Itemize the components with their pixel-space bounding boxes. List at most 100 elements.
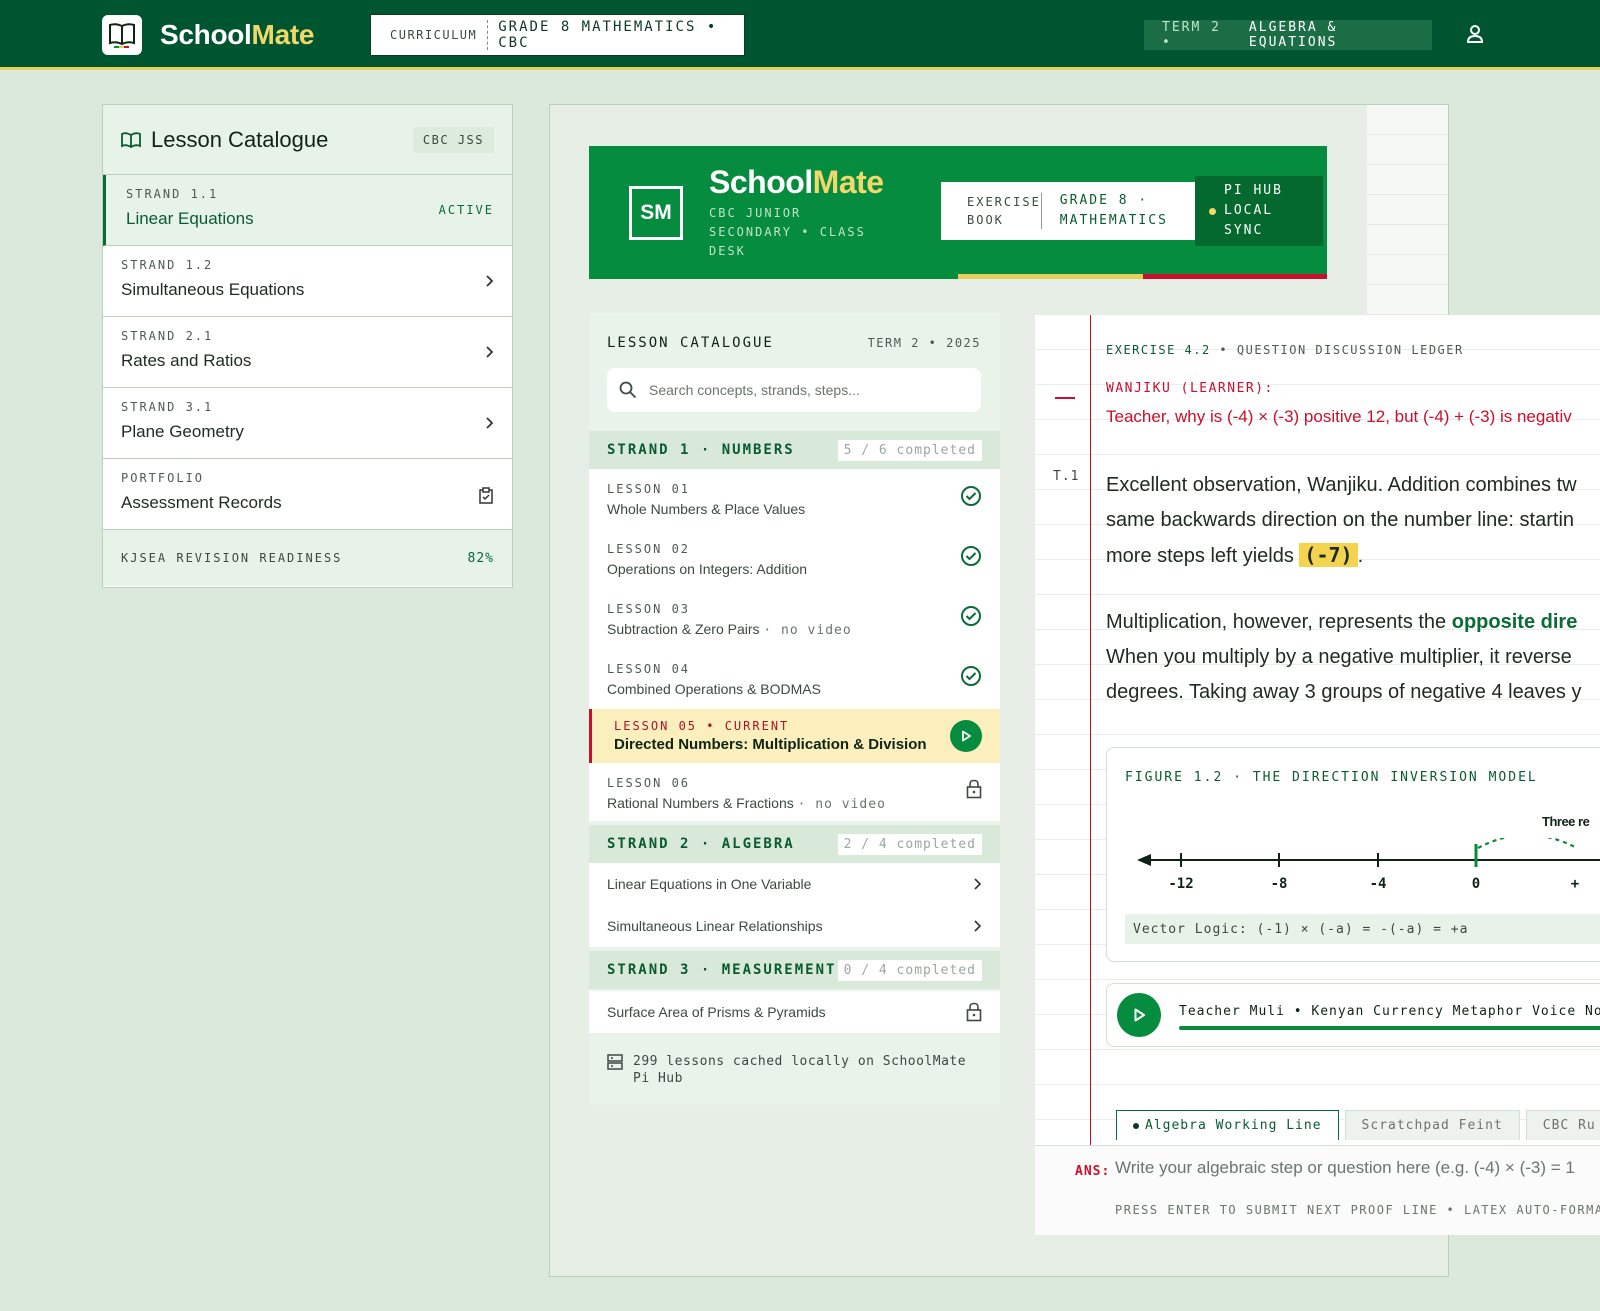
learner-name: WANJIKU (LEARNER): bbox=[1106, 381, 1274, 396]
tick-label: -8 bbox=[1270, 876, 1288, 892]
left-catalogue-header: Lesson Catalogue CBC JSS bbox=[103, 105, 512, 175]
number-line: -12 -8 -4 0 + bbox=[1137, 838, 1600, 898]
play-lesson-button[interactable] bbox=[950, 720, 982, 752]
direction-inversion-figure: FIGURE 1.2 · THE DIRECTION INVERSION MOD… bbox=[1106, 747, 1600, 962]
answer-entry: ANS: PRESS ENTER TO SUBMIT NEXT PROOF LI… bbox=[1035, 1145, 1600, 1235]
workspace-tabs: Algebra Working Line Scratchpad Feint CB… bbox=[1116, 1110, 1600, 1140]
clipboard-check-icon bbox=[478, 487, 494, 505]
schoolmate-banner: SM SchoolMate CBC JUNIOR SECONDARY • CLA… bbox=[589, 146, 1327, 279]
figure-annotation: Three re bbox=[1542, 814, 1590, 829]
open-book-icon bbox=[121, 131, 141, 148]
search-icon bbox=[619, 381, 637, 399]
answer-highlight: (-7) bbox=[1299, 543, 1358, 567]
brand[interactable]: SchoolMate bbox=[102, 15, 314, 55]
tick-label: 0 bbox=[1471, 876, 1481, 892]
sm-logo: SM bbox=[629, 186, 683, 240]
readiness-value: 82% bbox=[467, 550, 494, 566]
play-icon bbox=[962, 730, 971, 742]
lesson-item-current[interactable]: LESSON 05 • CURRENT Directed Numbers: Mu… bbox=[589, 709, 1000, 763]
discussion-ledger: EXERCISE 4.2 • QUESTION DISCUSSION LEDGE… bbox=[1035, 315, 1600, 1235]
tab-cbc-rubric[interactable]: CBC Ru bbox=[1525, 1110, 1600, 1140]
active-dot-icon bbox=[1133, 1122, 1139, 1129]
active-badge: ACTIVE bbox=[438, 203, 494, 217]
ans-label: ANS: bbox=[1075, 1164, 1111, 1179]
chevron-right-icon bbox=[484, 274, 494, 288]
lesson-item[interactable]: LESSON 03 Subtraction & Zero Pairs · no … bbox=[589, 589, 1000, 649]
lesson-item[interactable]: LESSON 02 Operations on Integers: Additi… bbox=[589, 529, 1000, 589]
ruled-page-strip bbox=[1367, 105, 1448, 315]
chevron-right-icon bbox=[972, 919, 982, 933]
teacher-marker: T.1 bbox=[1053, 469, 1080, 484]
search-input[interactable] bbox=[649, 382, 969, 398]
check-circle-icon bbox=[960, 665, 982, 687]
curriculum-value: GRADE 8 MATHEMATICS • CBC bbox=[498, 19, 718, 51]
cbc-jss-tag: CBC JSS bbox=[412, 126, 494, 153]
curriculum-label: CURRICULUM bbox=[371, 20, 489, 50]
strand-item-rates-and-ratios[interactable]: STRAND 2.1 Rates and Ratios bbox=[103, 317, 512, 388]
strand-item-linear-equations[interactable]: STRAND 1.1 Linear Equations ACTIVE bbox=[103, 175, 512, 246]
figure-title: FIGURE 1.2 · THE DIRECTION INVERSION MOD… bbox=[1125, 770, 1538, 785]
play-icon bbox=[1134, 1008, 1145, 1022]
tick-label: -4 bbox=[1369, 876, 1387, 892]
check-circle-icon bbox=[960, 485, 982, 507]
voice-note-player: Teacher Muli • Kenyan Currency Metaphor … bbox=[1106, 983, 1600, 1047]
left-lesson-catalogue: Lesson Catalogue CBC JSS STRAND 1.1 Line… bbox=[102, 104, 513, 588]
cache-status: 299 lessons cached locally on SchoolMate… bbox=[607, 1053, 987, 1087]
voice-progress-bar[interactable] bbox=[1179, 1026, 1600, 1030]
curriculum-selector[interactable]: CURRICULUM GRADE 8 MATHEMATICS • CBC bbox=[370, 14, 745, 56]
completed-count: 0 / 4 completed bbox=[837, 959, 982, 981]
voice-play-button[interactable] bbox=[1117, 993, 1161, 1037]
tick-label: -12 bbox=[1168, 876, 1194, 892]
sync-status-dot-icon bbox=[1209, 207, 1216, 215]
check-circle-icon bbox=[960, 545, 982, 567]
exercise-book-chip: EXERCISE BOOK GRADE 8 · MATHEMATICS bbox=[941, 182, 1195, 240]
margin-line bbox=[1090, 315, 1091, 1145]
search-box[interactable] bbox=[607, 368, 981, 412]
catalogue-term: TERM 2 • 2025 bbox=[867, 336, 981, 350]
lesson-row[interactable]: Linear Equations in One Variable bbox=[589, 863, 1000, 905]
voice-note-title: Teacher Muli • Kenyan Currency Metaphor … bbox=[1179, 1004, 1600, 1019]
completed-count: 5 / 6 completed bbox=[837, 439, 982, 461]
server-icon bbox=[607, 1053, 623, 1071]
strand-item-simultaneous-equations[interactable]: STRAND 1.2 Simultaneous Equations bbox=[103, 246, 512, 317]
check-circle-icon bbox=[960, 605, 982, 627]
lesson-item[interactable]: LESSON 06 Rational Numbers & Fractions ·… bbox=[589, 763, 1000, 821]
lesson-item[interactable]: LESSON 01 Whole Numbers & Place Values bbox=[589, 469, 1000, 529]
strand-header-measurement[interactable]: STRAND 3 · MEASUREMENT 0 / 4 completed bbox=[589, 951, 1000, 989]
banner-title: SchoolMate bbox=[709, 164, 884, 200]
pi-hub-sync-status[interactable]: PI HUB LOCAL SYNC bbox=[1195, 176, 1323, 246]
tab-scratchpad-feint[interactable]: Scratchpad Feint bbox=[1344, 1110, 1520, 1140]
banner-subtitle: CBC JUNIOR SECONDARY • CLASS DESK bbox=[709, 206, 866, 258]
lesson-row[interactable]: Simultaneous Linear Relationships bbox=[589, 905, 1000, 947]
tick-label: + bbox=[1570, 876, 1580, 892]
lesson-catalogue-panel: LESSON CATALOGUE TERM 2 • 2025 STRAND 1 … bbox=[589, 313, 1000, 1105]
lock-icon bbox=[966, 1002, 982, 1022]
flag-stripe bbox=[958, 274, 1327, 279]
catalogue-title: LESSON CATALOGUE bbox=[607, 335, 774, 351]
teacher-paragraph-1: Excellent observation, Wanjiku. Addition… bbox=[1106, 474, 1577, 567]
brand-name: SchoolMate bbox=[160, 19, 315, 50]
answer-hint: PRESS ENTER TO SUBMIT NEXT PROOF LINE • … bbox=[1115, 1203, 1600, 1217]
ledger-heading: EXERCISE 4.2 • QUESTION DISCUSSION LEDGE… bbox=[1106, 343, 1464, 357]
term-chip[interactable]: TERM 2 • ALGEBRA & EQUATIONS bbox=[1144, 20, 1432, 50]
strand-header-numbers[interactable]: STRAND 1 · NUMBERS 5 / 6 completed bbox=[589, 431, 1000, 469]
portfolio-item-assessment-records[interactable]: PORTFOLIO Assessment Records bbox=[103, 459, 512, 530]
learner-marker bbox=[1055, 397, 1075, 399]
revision-readiness: KJSEA REVISION READINESS 82% bbox=[103, 530, 512, 586]
top-bar: SchoolMate CURRICULUM GRADE 8 MATHEMATIC… bbox=[0, 0, 1600, 70]
chevron-right-icon bbox=[972, 877, 982, 891]
lesson-row[interactable]: Surface Area of Prisms & Pyramids bbox=[589, 991, 1000, 1033]
strand-header-algebra[interactable]: STRAND 2 · ALGEBRA 2 / 4 completed bbox=[589, 825, 1000, 863]
user-icon[interactable] bbox=[1466, 24, 1484, 44]
completed-count: 2 / 4 completed bbox=[837, 833, 982, 855]
lesson-item[interactable]: LESSON 04 Combined Operations & BODMAS bbox=[589, 649, 1000, 709]
chevron-right-icon bbox=[484, 416, 494, 430]
vector-logic: Vector Logic: (-1) × (-a) = -(-a) = +a bbox=[1125, 914, 1600, 944]
tab-algebra-working-line[interactable]: Algebra Working Line bbox=[1116, 1110, 1339, 1140]
strand-item-plane-geometry[interactable]: STRAND 3.1 Plane Geometry bbox=[103, 388, 512, 459]
teacher-paragraph-2: Multiplication, however, represents the … bbox=[1106, 611, 1582, 703]
lock-icon bbox=[966, 779, 982, 799]
learner-question: Teacher, why is (-4) × (-3) positive 12,… bbox=[1106, 407, 1572, 426]
answer-input[interactable] bbox=[1115, 1158, 1600, 1178]
jump-arc bbox=[1477, 838, 1578, 849]
